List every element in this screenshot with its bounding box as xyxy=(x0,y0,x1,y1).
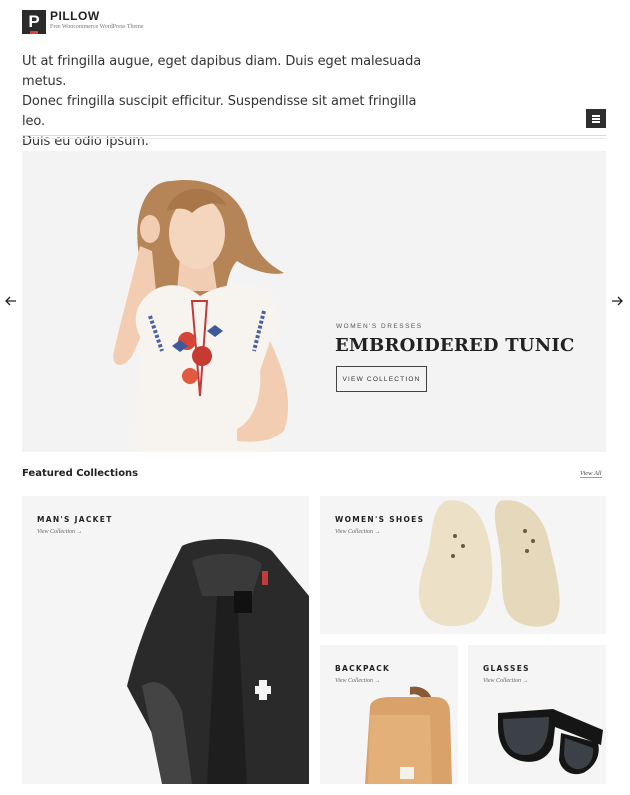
card-link[interactable]: View Collection → xyxy=(335,678,381,684)
backpack-photo xyxy=(365,686,452,784)
hero-title: EMBROIDERED TUNIC xyxy=(335,335,575,356)
slider-next-button[interactable] xyxy=(610,294,624,308)
card-link[interactable]: View Collection → xyxy=(483,678,529,684)
collection-card-glasses[interactable]: GLASSES View Collection → xyxy=(468,645,606,784)
slider-prev-button[interactable] xyxy=(4,294,18,308)
sunglasses-photo xyxy=(498,709,603,775)
card-title: MAN'S JACKET xyxy=(37,515,113,524)
divider xyxy=(22,135,606,136)
menu-button[interactable] xyxy=(586,109,606,128)
hamburger-icon xyxy=(592,115,600,117)
hamburger-icon xyxy=(592,118,600,120)
collection-card-mans-jacket[interactable]: MAN'S JACKET View Collection → xyxy=(22,496,309,784)
hero-slide[interactable]: WOMEN'S DRESSES EMBROIDERED TUNIC VIEW C… xyxy=(22,151,606,452)
card-title: GLASSES xyxy=(483,664,530,673)
card-link[interactable]: View Collection → xyxy=(335,529,381,535)
collection-card-backpack[interactable]: BACKPACK View Collection → xyxy=(320,645,458,784)
card-title: WOMEN'S SHOES xyxy=(335,515,425,524)
jacket-photo xyxy=(127,539,309,784)
site-name[interactable]: PILLOW xyxy=(50,10,144,22)
intro-line: Ut at fringilla augue, eget dapibus diam… xyxy=(22,54,422,89)
intro-text: Ut at fringilla augue, eget dapibus diam… xyxy=(22,52,442,152)
shoes-photo xyxy=(418,500,560,627)
collection-card-womens-shoes[interactable]: WOMEN'S SHOES View Collection → xyxy=(320,496,606,634)
site-logo[interactable]: P PILLOW Free Woocommerce WordPress Them… xyxy=(22,10,144,34)
featured-heading: Featured Collections xyxy=(22,468,139,479)
divider xyxy=(22,138,606,139)
hamburger-icon xyxy=(592,121,600,123)
view-all-link[interactable]: View All xyxy=(580,470,602,478)
intro-line: Donec fringilla suscipit efficitur. Susp… xyxy=(22,94,417,129)
logo-text: PILLOW Free Woocommerce WordPress Theme xyxy=(50,10,144,30)
model-photo xyxy=(113,180,289,452)
arrow-right-icon xyxy=(612,296,623,306)
hero-kicker: WOMEN'S DRESSES xyxy=(336,323,423,330)
card-title: BACKPACK xyxy=(335,664,391,673)
logo-mark: P xyxy=(22,10,46,34)
site-tagline: Free Woocommerce WordPress Theme xyxy=(50,24,144,30)
arrow-left-icon xyxy=(5,296,16,306)
view-collection-button[interactable]: VIEW COLLECTION xyxy=(336,366,427,392)
card-link[interactable]: View Collection → xyxy=(37,529,83,535)
